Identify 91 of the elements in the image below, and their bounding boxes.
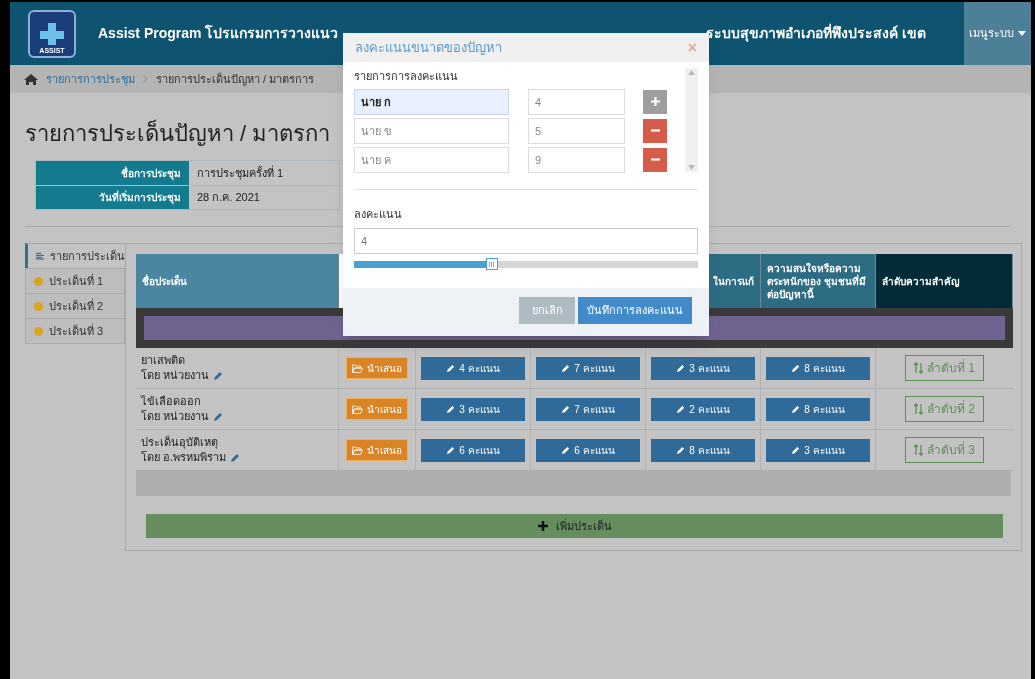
score-button[interactable]: 3 คะแนน [766, 438, 870, 462]
pencil-icon [446, 445, 456, 455]
score-button[interactable]: 7 คะแนน [536, 397, 640, 421]
folder-icon [352, 445, 363, 455]
score-button[interactable]: 3 คะแนน [651, 356, 755, 380]
pencil-icon [561, 445, 571, 455]
voter-score-field[interactable]: 4 [528, 88, 625, 115]
scroll-up-icon[interactable] [688, 70, 695, 75]
score-button[interactable]: 8 คะแนน [766, 397, 870, 421]
breadcrumb-link[interactable]: รายการการประชุม [46, 70, 135, 88]
present-button[interactable]: นำเสนอ [346, 398, 408, 420]
remove-voter-button[interactable] [643, 118, 667, 143]
scroll-down-icon[interactable] [688, 165, 695, 170]
sidebar-tab[interactable]: ประเด็นที่ 2 [25, 293, 125, 319]
home-icon [24, 73, 38, 85]
list-icon [36, 251, 44, 261]
vote-input[interactable]: 4 [354, 228, 698, 254]
sidebar-tab[interactable]: ประเด็นที่ 1 [25, 268, 125, 294]
breadcrumb-current: รายการประเด็นปัญหา / มาตรการ [156, 71, 315, 88]
pencil-icon[interactable] [213, 370, 224, 381]
issue-owner: โดย หน่วยงาน [141, 368, 210, 383]
score-button[interactable]: 2 คะแนน [651, 397, 755, 421]
vote-slider[interactable] [354, 257, 698, 271]
column-header: ชื่อประเด็น [136, 254, 339, 308]
app-title-continued: ระบบสุขภาพอำเภอที่พึงประสงค์ เขต [706, 23, 926, 44]
issue-title: ประเด็นอุบัติเหตุ [141, 435, 219, 450]
info-label: วันที่เริ่มการประชุม [36, 186, 189, 209]
app-title: Assist Program โปรแกรมการวางแนว [98, 23, 339, 43]
section-label: รายการการลงคะแนน [354, 69, 459, 84]
sort-icon [914, 403, 923, 415]
info-value: การประชุมครั้งที่ 1 [196, 164, 285, 182]
pencil-icon[interactable] [213, 411, 224, 422]
issue-owner: โดย หน่วยงาน [141, 409, 210, 424]
page-title: รายการประเด็นปัญหา / มาตรกา [25, 118, 331, 148]
pencil-icon [446, 404, 456, 414]
voter-score-field[interactable]: 9 [528, 146, 625, 173]
score-button[interactable]: 3 คะแนน [421, 397, 525, 421]
present-button[interactable]: นำเสนอ [346, 439, 408, 461]
column-header: ความสนใจหรือความตระหนักของ ชุมชนที่มีต่อปัญหานี้ [761, 254, 876, 308]
score-button[interactable]: 8 คะแนน [651, 438, 755, 462]
dot-icon [34, 301, 43, 311]
pencil-icon [791, 363, 801, 373]
voter-name-field[interactable]: นาย ข [354, 117, 509, 144]
remove-voter-button[interactable] [643, 147, 667, 172]
pencil-icon [561, 363, 571, 373]
pencil-icon [676, 363, 686, 373]
sort-icon [914, 444, 923, 456]
info-label: ชื่อการประชุม [36, 161, 189, 185]
pencil-icon [561, 404, 571, 414]
score-button[interactable]: 8 คะแนน [766, 356, 870, 380]
score-button[interactable]: 4 คะแนน [421, 356, 525, 380]
caret-icon [1018, 31, 1026, 36]
pencil-icon [446, 363, 456, 373]
save-vote-button[interactable]: บันทึกการลงคะแนน [578, 297, 692, 324]
issue-title: ยาเสพติด [141, 353, 186, 368]
plus-icon [650, 97, 660, 106]
voter-name-field[interactable]: นาย ค [354, 146, 509, 173]
pencil-icon [676, 404, 686, 414]
issue-title: ไข้เลือดออก [141, 394, 202, 409]
vote-label: ลงคะแนน [354, 206, 403, 222]
add-voter-button[interactable] [643, 89, 667, 114]
dot-icon [34, 326, 43, 336]
scrollbar[interactable] [685, 68, 698, 172]
dot-icon [34, 276, 43, 286]
present-button[interactable]: นำเสนอ [346, 357, 408, 379]
score-button[interactable]: 7 คะแนน [536, 356, 640, 380]
info-value: 28 ก.ค. 2021 [196, 190, 261, 206]
system-menu-button[interactable]: เมนูระบบ [964, 2, 1031, 65]
chevron-icon [143, 75, 148, 83]
pencil-icon [791, 445, 801, 455]
voter-score-field[interactable]: 5 [528, 117, 625, 144]
slider-thumb[interactable] [485, 258, 498, 270]
voter-name-field[interactable]: นาย ก [354, 88, 509, 115]
minus-icon [650, 129, 660, 132]
score-button[interactable]: 6 คะแนน [536, 438, 640, 462]
pencil-icon [791, 404, 801, 414]
minus-icon [650, 158, 660, 161]
sidebar-tab[interactable]: ประเด็นที่ 3 [25, 318, 125, 344]
pencil-icon [676, 445, 686, 455]
issue-owner: โดย อ.พรหมพิราม [141, 450, 227, 465]
pencil-icon[interactable] [230, 452, 241, 463]
score-button[interactable]: 6 คะแนน [421, 438, 525, 462]
folder-icon [352, 363, 363, 373]
add-issue-button[interactable]: เพิ่มประเด็น [146, 514, 1003, 538]
sidebar-tab[interactable]: รายการประเด็น [25, 243, 125, 269]
column-header: ลำดับความสำคัญ [876, 254, 1013, 308]
cross-icon [38, 20, 66, 47]
sort-icon [914, 362, 923, 374]
dialog-title: ลงคะแนนขนาดของปัญหา [355, 38, 502, 57]
folder-icon [352, 404, 363, 414]
plus-icon [537, 521, 548, 531]
